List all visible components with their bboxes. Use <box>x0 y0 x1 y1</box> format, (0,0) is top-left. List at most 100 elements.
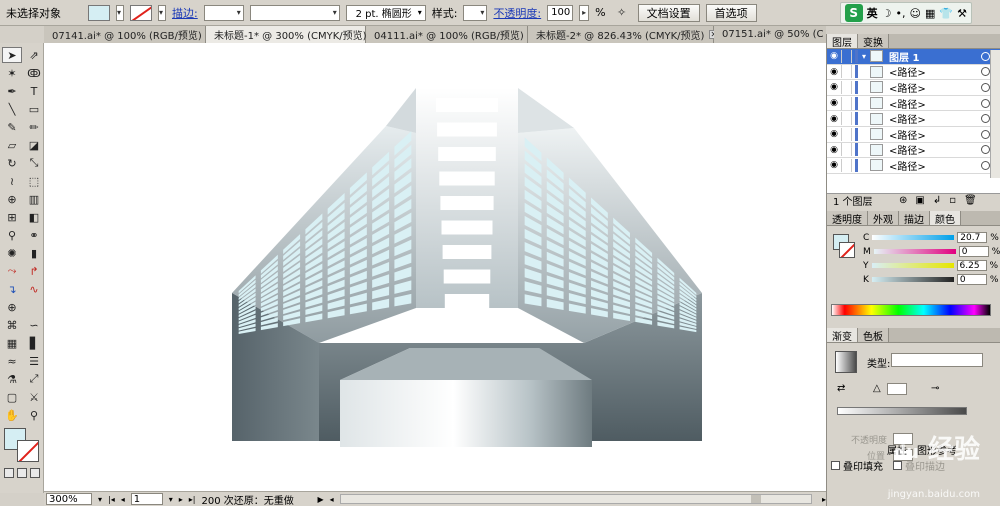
eye-icon[interactable]: ◉ <box>827 145 841 155</box>
lasso-icon[interactable]: ↂ <box>24 65 44 81</box>
zoom-tool-icon[interactable]: ⚲ <box>24 407 44 423</box>
lock-slot[interactable] <box>841 65 852 79</box>
artboard-canvas[interactable] <box>44 43 826 491</box>
style-dropdown[interactable]: ▾ <box>463 4 488 21</box>
lock-slot[interactable] <box>841 158 852 172</box>
pen-tool-icon[interactable]: ✒ <box>2 83 22 99</box>
artboard-small-icon[interactable]: ▢ <box>2 389 22 405</box>
path-name[interactable]: <路径> <box>889 96 981 111</box>
none-mode-icon[interactable] <box>30 468 40 478</box>
zoom-field[interactable]: 300% <box>46 493 92 505</box>
perspective-grid-icon[interactable]: ▥ <box>24 191 44 207</box>
tab-gradient[interactable]: 渐变 <box>827 328 858 343</box>
blend-tool-icon[interactable]: ⚭ <box>24 227 44 243</box>
path-name[interactable]: <路径> <box>889 127 981 142</box>
black-slider[interactable] <box>871 277 954 282</box>
eye-icon[interactable]: ◉ <box>827 67 841 77</box>
tab-appearance[interactable]: 外观 <box>868 211 899 226</box>
line-tool-icon[interactable]: ╲ <box>2 101 22 117</box>
curve-tool-red-icon[interactable]: ↱ <box>24 263 44 279</box>
gradient-mode-icon[interactable] <box>17 468 27 478</box>
width-tool-red-icon[interactable]: ⤳ <box>2 263 22 279</box>
layer-name[interactable]: 图层 1 <box>889 49 981 64</box>
slice-tool-icon[interactable]: ∽ <box>24 317 44 333</box>
first-page-icon[interactable]: |◂ <box>108 495 115 504</box>
brush-dropdown[interactable]: 2 pt. 椭圆形 ▾ <box>345 4 426 21</box>
clipping-mask-icon[interactable]: ▣ <box>915 195 924 206</box>
eraser-icon[interactable]: ◪ <box>24 137 44 153</box>
target-icon[interactable] <box>981 129 990 139</box>
target-icon[interactable] <box>981 67 990 77</box>
scroll-left-icon[interactable]: ◂ <box>330 495 334 504</box>
red-wave-icon[interactable]: ∿ <box>24 281 44 297</box>
punctuation-icon[interactable]: •, <box>896 7 906 20</box>
tab-color[interactable]: 颜色 <box>930 211 961 226</box>
ime-toolbar[interactable]: S 英 ☽ •, ☺ ▦ 👕 ⚒ <box>839 2 972 24</box>
rectangle-tool-icon[interactable]: ▭ <box>24 101 44 117</box>
color-mode-icon[interactable] <box>4 468 14 478</box>
yellow-value[interactable]: 6.25 <box>956 260 987 271</box>
locate-object-icon[interactable]: ⊛ <box>899 195 907 206</box>
lock-slot[interactable] <box>841 49 852 63</box>
chevron-down-icon[interactable]: ▾ <box>862 52 866 61</box>
new-layer-icon[interactable]: ▫ <box>949 195 956 206</box>
stroke-swatch[interactable] <box>130 4 152 21</box>
eyedropper-icon[interactable]: ⚲ <box>2 227 22 243</box>
tab-document-1[interactable]: 07141.ai* @ 100% (RGB/预览)✕ <box>44 26 216 43</box>
eye-icon[interactable]: ◉ <box>827 51 841 61</box>
color-spectrum[interactable] <box>831 304 991 316</box>
recolor-icon[interactable]: ✧ <box>612 5 632 21</box>
document-setup-button[interactable]: 文档设置 <box>637 3 700 22</box>
path-row[interactable]: ◉ <路径> <box>827 96 1000 112</box>
opacity-link[interactable]: 不透明度: <box>493 5 541 21</box>
path-name[interactable]: <路径> <box>889 158 981 173</box>
stroke-swatch[interactable] <box>839 242 855 258</box>
path-row[interactable]: ◉ <路径> <box>827 127 1000 143</box>
target-icon[interactable] <box>981 160 990 170</box>
opacity-field[interactable]: 100 <box>547 4 574 21</box>
type-tool-icon[interactable]: T <box>24 83 44 99</box>
layers-scrollbar[interactable] <box>990 50 1000 178</box>
skin-icon[interactable]: 👕 <box>939 7 953 20</box>
globe-icon[interactable]: ⊕ <box>2 299 22 315</box>
rotate-tool-icon[interactable]: ↻ <box>2 155 22 171</box>
artboard-tool-icon[interactable]: ⌘ <box>2 317 22 333</box>
lock-slot[interactable] <box>841 127 852 141</box>
opacity-dropdown[interactable]: ▸ <box>579 4 590 21</box>
bar-graph-icon[interactable]: ▋ <box>24 335 44 351</box>
pencil-icon[interactable]: ✏ <box>24 119 44 135</box>
fill-dropdown[interactable]: ▾ <box>116 4 124 21</box>
lock-slot[interactable] <box>841 112 852 126</box>
gradient-preview[interactable] <box>835 351 857 373</box>
stroke-weight-field[interactable]: ▾ <box>203 4 244 21</box>
black-value[interactable]: 0 <box>956 274 987 285</box>
lock-slot[interactable] <box>841 143 852 157</box>
paintbrush-icon[interactable]: ✎ <box>2 119 22 135</box>
fill-stroke-control[interactable] <box>4 428 42 464</box>
magic-wand-icon[interactable]: ✶ <box>2 65 22 81</box>
eye-icon[interactable]: ◉ <box>827 129 841 139</box>
trash-icon[interactable]: 🗑 <box>964 195 977 206</box>
cyan-slider[interactable] <box>872 235 955 240</box>
target-icon[interactable] <box>981 82 990 92</box>
eye-icon[interactable]: ◉ <box>827 98 841 108</box>
measure-tool-icon[interactable]: ⤢ <box>24 371 44 387</box>
target-icon[interactable] <box>981 98 990 108</box>
scale-tool-icon[interactable]: ⤡ <box>24 155 44 171</box>
target-icon[interactable] <box>981 114 990 124</box>
aspect-icon[interactable]: ⊸ <box>931 383 939 394</box>
lock-slot[interactable] <box>841 80 852 94</box>
path-row[interactable]: ◉ <路径> <box>827 143 1000 159</box>
selection-tool-icon[interactable]: ➤ <box>2 47 22 63</box>
tab-document-3[interactable]: 04111.ai* @ 100% (RGB/预览)✕ <box>366 26 538 43</box>
last-page-icon[interactable]: ▸| <box>189 495 196 504</box>
path-row[interactable]: ◉ <路径> <box>827 65 1000 81</box>
prev-page-icon[interactable]: ◂ <box>121 495 125 504</box>
eyedropper-small-icon[interactable]: ⚗ <box>2 371 22 387</box>
tab-transform[interactable]: 变换 <box>858 34 889 49</box>
status-menu-icon[interactable]: ▶ <box>318 495 324 504</box>
angle-field[interactable] <box>887 383 907 395</box>
preferences-button[interactable]: 首选项 <box>705 3 757 22</box>
warp-tool-icon[interactable]: ≀ <box>2 173 22 189</box>
reverse-gradient-icon[interactable]: ⇄ <box>837 383 845 394</box>
